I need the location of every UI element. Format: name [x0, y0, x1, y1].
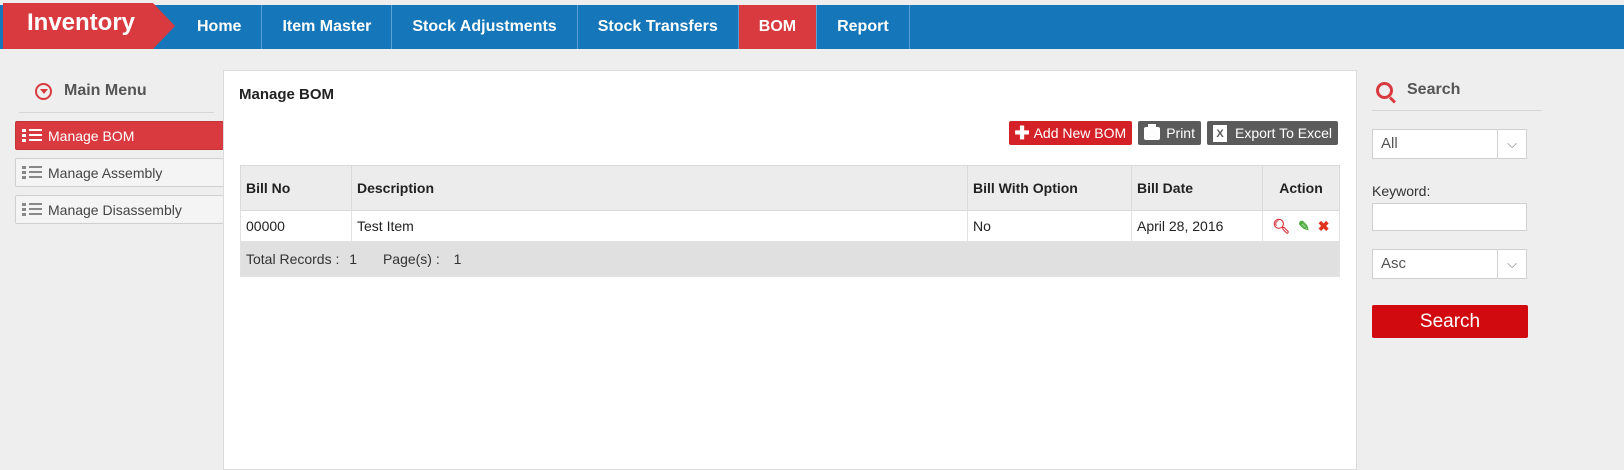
nav-item-master[interactable]: Item Master	[262, 5, 393, 49]
col-bill-no[interactable]: Bill No	[240, 165, 352, 211]
col-description[interactable]: Description	[351, 165, 968, 211]
search-title: Search	[1407, 81, 1461, 98]
edit-pencil-icon[interactable]: ✎	[1298, 218, 1310, 235]
circle-chevron-down-icon	[35, 82, 52, 100]
printer-icon	[1144, 123, 1161, 140]
sidebar-item-manage-disassembly[interactable]: Manage Disassembly	[15, 195, 224, 224]
cell-actions: 🔍︎ ✎ ✖	[1262, 210, 1340, 242]
print-label: Print	[1166, 125, 1195, 141]
col-bill-date[interactable]: Bill Date	[1131, 165, 1263, 211]
main-panel: Manage BOM ✚ Add New BOM Print X Export …	[223, 70, 1357, 470]
keyword-input[interactable]	[1372, 203, 1527, 231]
search-header: Search	[1372, 70, 1542, 111]
sidebar-item-manage-bom[interactable]: Manage BOM	[15, 121, 224, 150]
list-icon	[22, 128, 42, 143]
nav-stock-transfers[interactable]: Stock Transfers	[578, 5, 739, 49]
main-nav: Home Item Master Stock Adjustments Stock…	[175, 5, 910, 49]
cell-bill-with-option: No	[967, 210, 1132, 242]
nav-bom[interactable]: BOM	[738, 5, 818, 49]
list-icon	[22, 202, 42, 217]
page-title: Manage BOM	[239, 86, 335, 103]
view-icon[interactable]: 🔍︎	[1272, 218, 1290, 235]
plus-icon: ✚	[1014, 123, 1030, 143]
order-select-value: Asc	[1381, 255, 1407, 272]
sidebar-item-label: Manage BOM	[48, 127, 135, 144]
add-new-bom-label: Add New BOM	[1033, 125, 1127, 141]
order-select[interactable]: Asc ⌵	[1372, 249, 1527, 279]
table-header-row: Bill No Description Bill With Option Bil…	[240, 165, 1340, 211]
chevron-down-icon: ⌵	[1497, 130, 1526, 158]
table-row: 00000 Test Item No April 28, 2016 🔍︎ ✎ ✖	[240, 210, 1340, 242]
sidebar-item-manage-assembly[interactable]: Manage Assembly	[15, 158, 224, 187]
pages-label: Page(s) :	[382, 251, 440, 267]
cell-description: Test Item	[351, 210, 968, 242]
total-records-label: Total Records :	[246, 251, 340, 267]
add-new-bom-button[interactable]: ✚ Add New BOM	[1008, 121, 1133, 145]
col-action: Action	[1262, 165, 1340, 211]
filter-select[interactable]: All ⌵	[1372, 129, 1527, 159]
sidebar-item-label: Manage Assembly	[48, 164, 163, 181]
logo-arrow	[153, 3, 175, 49]
table-footer: Total Records : 1 Page(s) : 1	[240, 241, 1340, 277]
nav-home[interactable]: Home	[175, 5, 263, 49]
main-menu-title: Main Menu	[64, 82, 147, 99]
total-records-value: 1	[349, 251, 358, 267]
cell-bill-date: April 28, 2016	[1131, 210, 1263, 242]
nav-report[interactable]: Report	[817, 5, 910, 49]
search-panel: Search All ⌵ Keyword: Asc ⌵ Search	[1372, 70, 1542, 338]
keyword-label: Keyword:	[1372, 183, 1431, 199]
bom-table: Bill No Description Bill With Option Bil…	[240, 165, 1340, 277]
cell-bill-no: 00000	[240, 210, 352, 242]
app-logo[interactable]: Inventory	[3, 3, 153, 49]
excel-icon: X	[1212, 124, 1227, 142]
col-bill-with-option[interactable]: Bill With Option	[967, 165, 1132, 211]
nav-stock-adjustments[interactable]: Stock Adjustments	[392, 5, 578, 49]
list-icon	[22, 165, 42, 180]
delete-icon[interactable]: ✖	[1318, 218, 1330, 235]
table-footer-row: Total Records : 1 Page(s) : 1	[240, 241, 1340, 277]
main-menu-header[interactable]: Main Menu	[19, 70, 214, 113]
sidebar-item-label: Manage Disassembly	[48, 201, 182, 218]
toolbar: ✚ Add New BOM Print X Export To Excel	[1008, 121, 1338, 145]
pages-value: 1	[453, 251, 462, 267]
export-excel-label: Export To Excel	[1234, 125, 1332, 141]
filter-select-value: All	[1381, 135, 1398, 152]
export-excel-button[interactable]: X Export To Excel	[1206, 121, 1338, 145]
print-button[interactable]: Print	[1138, 121, 1201, 145]
sidebar: Main Menu Manage BOM Manage Assembly Man…	[15, 70, 224, 224]
search-button[interactable]: Search	[1372, 305, 1528, 338]
chevron-down-icon: ⌵	[1497, 250, 1526, 278]
search-icon	[1376, 81, 1393, 99]
